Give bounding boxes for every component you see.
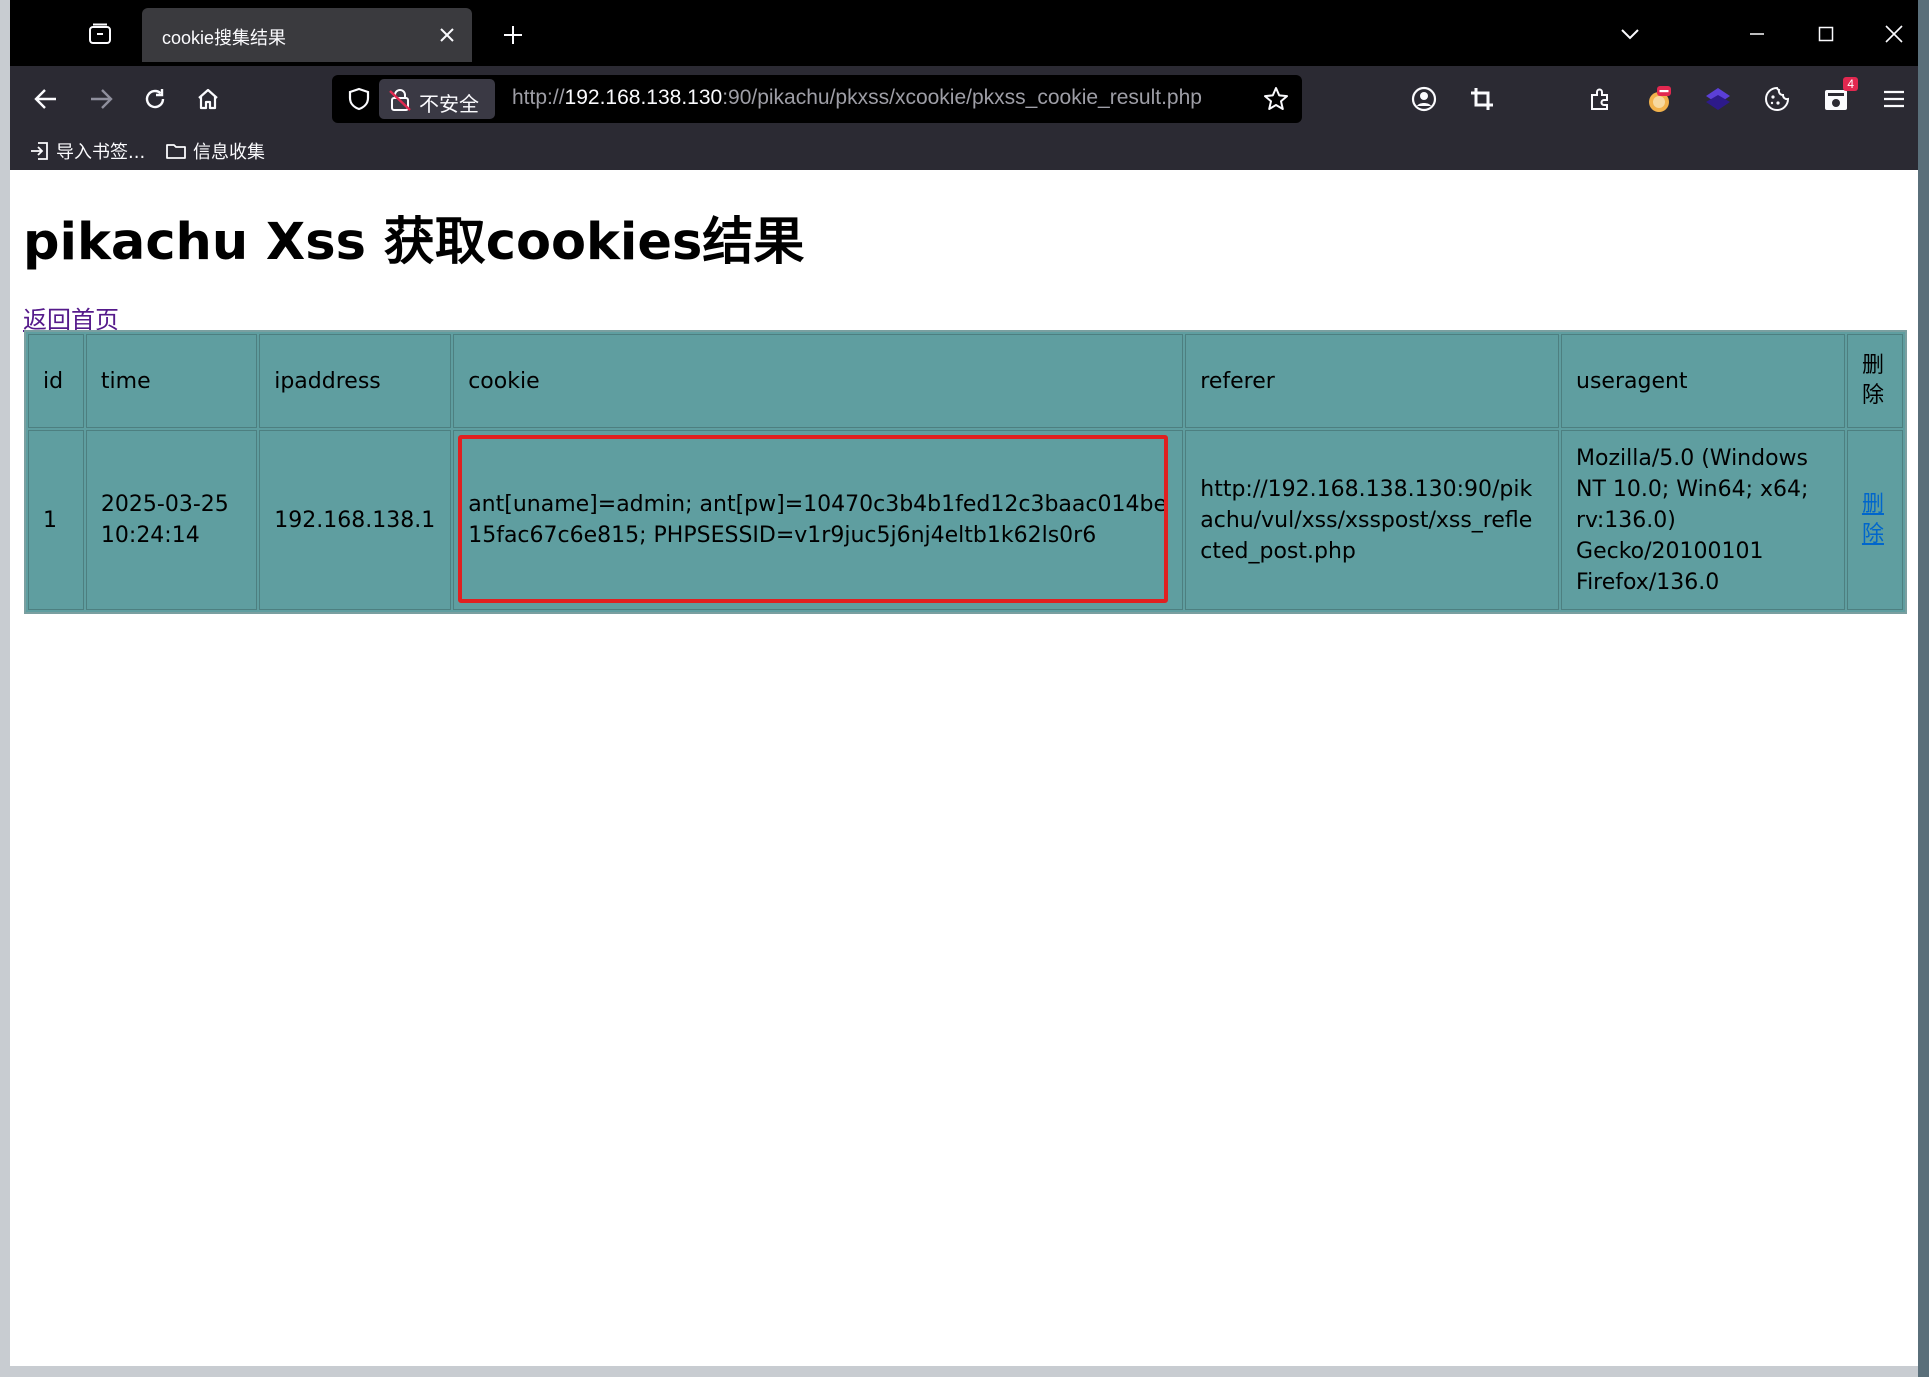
app-menu-button[interactable] [1874,79,1914,119]
page-title: pikachu Xss 获取cookies结果 [23,213,805,272]
column-header-cookie: cookie [453,334,1184,428]
table-row: 1 2025-03-25 10:24:14 192.168.138.1 ant[… [28,430,1903,610]
page-content: pikachu Xss 获取cookies结果 返回首页 id time ipa… [10,170,1918,1366]
url-text[interactable]: http://192.168.138.130:90/pikachu/pkxss/… [512,86,1202,110]
layers-extension-icon [1706,88,1730,110]
bookmark-folder-label: 信息收集 [193,142,265,163]
forward-button[interactable] [82,80,120,118]
close-window-button[interactable] [1874,14,1914,54]
tracking-protection-button[interactable] [344,84,374,114]
reload-button[interactable] [136,80,174,118]
bookmark-star-button[interactable] [1260,83,1292,115]
column-header-time: time [85,334,258,428]
cell-ipaddress: 192.168.138.1 [259,430,452,610]
extension-badge: 4 [1843,77,1858,91]
cookie-extension-button[interactable] [1757,79,1797,119]
shield-icon [348,87,370,111]
navigation-toolbar: 不安全 http://192.168.138.130:90/pikachu/pk… [10,66,1918,132]
connection-info-button[interactable]: 不安全 [379,79,495,119]
cell-id: 1 [28,430,84,610]
arrow-right-icon [91,89,113,109]
tab-overview-icon [89,23,111,44]
minimize-button[interactable] [1737,14,1777,54]
puzzle-icon [1591,88,1608,110]
cell-time: 2025-03-25 10:24:14 [85,430,258,610]
folder-icon [166,144,186,159]
reload-icon [145,89,165,109]
bookmark-import-label: 导入书签... [56,142,146,163]
column-header-id: id [28,334,84,428]
purple-extension-button[interactable] [1698,79,1738,119]
desktop-edge [1918,0,1929,1377]
close-icon [440,28,454,42]
account-button[interactable] [1404,79,1444,119]
back-button[interactable] [27,80,65,118]
cell-cookie: ant[uname]=admin; ant[pw]=10470c3b4b1fed… [453,430,1184,610]
cell-useragent: Mozilla/5.0 (Windows NT 10.0; Win64; x64… [1561,430,1845,610]
adblock-extension-button[interactable] [1639,79,1679,119]
maximize-icon [1818,26,1834,42]
insecure-label: 不安全 [419,92,479,116]
account-icon [1411,86,1437,112]
tab-title: cookie搜集结果 [162,28,287,48]
hackbar-extension-button[interactable]: 4 [1816,77,1858,119]
crop-icon [1471,88,1493,110]
screenshot-button[interactable] [1462,79,1502,119]
address-bar[interactable]: 不安全 http://192.168.138.130:90/pikachu/pk… [332,75,1302,123]
adblock-extension-icon [1649,86,1671,112]
plus-icon [504,26,522,44]
delete-link[interactable]: 删除 [1862,490,1888,550]
cell-delete: 删除 [1846,430,1903,610]
bookmark-folder-info[interactable]: 信息收集 [165,138,265,164]
cookie-results-table: id time ipaddress cookie referer userage… [24,330,1907,614]
column-header-referer: referer [1185,334,1560,428]
chevron-down-icon [1621,29,1639,40]
cookie-icon [1765,86,1790,111]
tab-strip: cookie搜集结果 [10,0,1918,66]
tab-close-button[interactable] [434,22,460,48]
url-prefix: http:// [512,86,565,109]
close-icon [1885,25,1903,43]
arrow-left-icon [34,89,56,109]
table-header-row: id time ipaddress cookie referer userage… [28,334,1903,428]
cell-referer: http://192.168.138.130:90/pikachu/vul/xs… [1185,430,1560,610]
home-icon [198,88,218,110]
star-icon [1264,87,1288,110]
active-tab[interactable]: cookie搜集结果 [142,8,472,62]
browser-window: cookie搜集结果 不安全 http://192.168.138.130:90… [10,0,1918,1366]
column-header-delete: 删除 [1846,334,1903,428]
extensions-button[interactable] [1580,79,1620,119]
maximize-button[interactable] [1806,14,1846,54]
tab-overview-button[interactable] [82,17,118,51]
import-icon [31,142,48,160]
url-host: 192.168.138.130 [564,86,723,109]
new-tab-button[interactable] [496,18,530,52]
column-header-useragent: useragent [1561,334,1845,428]
insecure-lock-icon [389,89,411,111]
list-all-tabs-button[interactable] [1610,14,1650,54]
bookmarks-toolbar: 导入书签... 信息收集 [10,132,1918,170]
column-header-ipaddress: ipaddress [259,334,452,428]
minimize-icon [1750,33,1764,35]
hamburger-menu-icon [1884,90,1904,108]
home-button[interactable] [189,80,227,118]
url-path: :90/pikachu/pkxss/xcookie/pkxss_cookie_r… [722,86,1202,109]
bookmark-import[interactable]: 导入书签... [30,138,145,164]
